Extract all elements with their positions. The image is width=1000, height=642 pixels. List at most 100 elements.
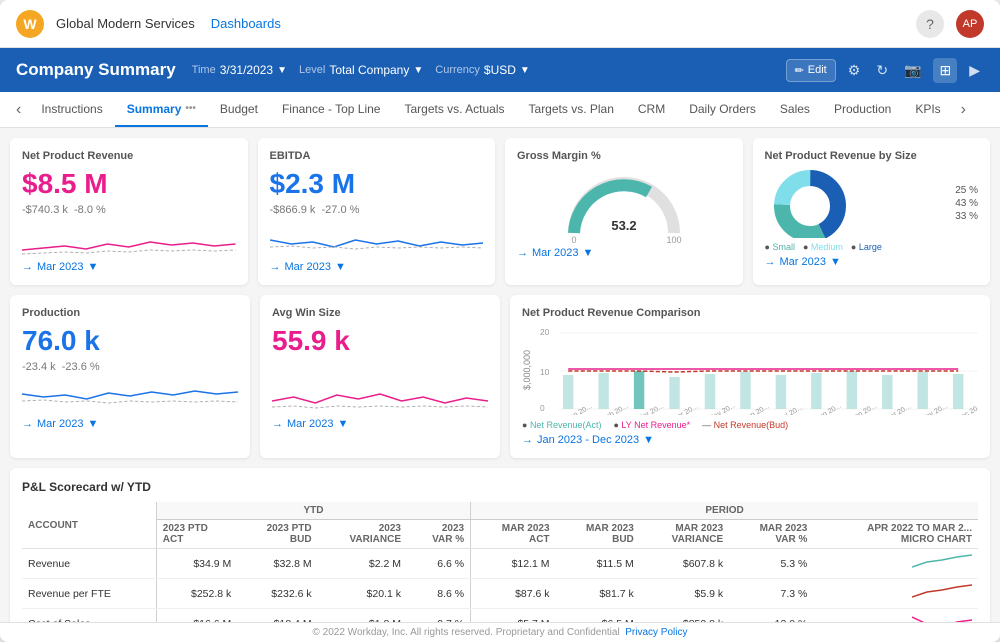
workday-logo: W xyxy=(16,10,44,38)
top-nav: W Global Modern Services Dashboards ? AP xyxy=(0,0,1000,48)
ytd-bud-cell: $18.4 M xyxy=(237,609,317,623)
npr-title: Net Product Revenue xyxy=(22,150,236,162)
prod-footer[interactable]: → Mar 2023 ▼ xyxy=(22,418,238,430)
ebitda-value: $2.3 M xyxy=(270,168,484,200)
tab-prev-button[interactable]: ‹ xyxy=(8,92,29,127)
footer: © 2022 Workday, Inc. All rights reserved… xyxy=(0,622,1000,642)
time-filter[interactable]: Time 3/31/2023 ▼ xyxy=(192,63,287,77)
gm-footer[interactable]: → Mar 2023 ▼ xyxy=(517,247,731,259)
tab-summary[interactable]: Summary ••• xyxy=(115,92,208,127)
svg-text:53.2: 53.2 xyxy=(611,218,636,233)
time-label: Time xyxy=(192,64,216,76)
page-title: Company Summary xyxy=(16,60,176,80)
net-product-revenue-card: Net Product Revenue $8.5 M -$740.3 k -8.… xyxy=(10,138,248,285)
prod-title: Production xyxy=(22,307,238,319)
currency-label: Currency xyxy=(435,64,480,76)
col-ytd-pct: 2023VAR % xyxy=(407,520,471,549)
dashboards-link[interactable]: Dashboards xyxy=(211,16,281,31)
tab-production[interactable]: Production xyxy=(822,92,903,127)
col-mar-bud: MAR 2023BUD xyxy=(556,520,640,549)
col-ytd-group: YTD xyxy=(156,502,470,520)
aws-sparkline xyxy=(272,379,488,414)
tab-crm[interactable]: CRM xyxy=(626,92,677,127)
chart-y-label: $,000,000 xyxy=(522,325,532,415)
nprbs-footer[interactable]: → Mar 2023 ▼ xyxy=(765,256,979,268)
npr-delta: -$740.3 k -8.0 % xyxy=(22,204,236,216)
level-value: Total Company xyxy=(329,63,409,77)
camera-icon[interactable]: 📷 xyxy=(900,58,925,83)
tab-targets-plan[interactable]: Targets vs. Plan xyxy=(517,92,626,127)
prod-value: 76.0 k xyxy=(22,325,238,357)
tab-budget[interactable]: Budget xyxy=(208,92,270,127)
npr-by-size-card: Net Product Revenue by Size 25 % xyxy=(753,138,991,285)
npr-sparkline xyxy=(22,222,236,257)
arrow-right-icon: → xyxy=(765,256,776,268)
gauge-chart: 53.2 0 100 xyxy=(559,168,689,243)
svg-text:0: 0 xyxy=(540,404,545,413)
metrics-row-1: Net Product Revenue $8.5 M -$740.3 k -8.… xyxy=(10,138,990,285)
pl-title: P&L Scorecard w/ YTD xyxy=(22,480,978,494)
arrow-right-icon: → xyxy=(22,418,33,430)
mar-var-cell: -$852.8 k xyxy=(640,609,729,623)
mar-act-cell: $12.1 M xyxy=(471,549,556,579)
level-filter[interactable]: Level Total Company ▼ xyxy=(299,63,423,77)
ytd-pct-cell: 6.6 % xyxy=(407,549,471,579)
ebitda-footer[interactable]: → Mar 2023 ▼ xyxy=(270,261,484,273)
arrow-right-icon: → xyxy=(517,247,528,259)
col-ytd-bud: 2023 PTDBUD xyxy=(237,520,317,549)
user-avatar[interactable]: AP xyxy=(956,10,984,38)
privacy-link[interactable]: Privacy Policy xyxy=(625,627,687,638)
arrow-right-icon: → xyxy=(522,434,533,446)
mar-act-cell: $87.6 k xyxy=(471,579,556,609)
tab-finance-top-line[interactable]: Finance - Top Line xyxy=(270,92,393,127)
ebitda-sparkline xyxy=(270,222,484,257)
pl-scorecard: P&L Scorecard w/ YTD ACCOUNT YTD PERIOD … xyxy=(10,468,990,622)
aws-title: Avg Win Size xyxy=(272,307,488,319)
tab-targets-actuals[interactable]: Targets vs. Actuals xyxy=(392,92,516,127)
video-icon[interactable]: ▶ xyxy=(965,58,984,83)
col-account: ACCOUNT xyxy=(22,502,156,549)
mar-pct-cell: 5.3 % xyxy=(729,549,813,579)
nprc-footer[interactable]: → Jan 2023 - Dec 2023 ▼ xyxy=(522,434,978,446)
table-row: Cost of Sales $16.6 M $18.4 M -$1.8 M -9… xyxy=(22,609,978,623)
tab-daily-orders[interactable]: Daily Orders xyxy=(677,92,768,127)
ytd-bud-cell: $32.8 M xyxy=(237,549,317,579)
tab-kpis[interactable]: KPIs xyxy=(903,92,952,127)
table-row: Revenue $34.9 M $32.8 M $2.2 M 6.6 % $12… xyxy=(22,549,978,579)
arrow-right-icon: → xyxy=(272,418,283,430)
help-icon[interactable]: ? xyxy=(916,10,944,38)
table-row: Revenue per FTE $252.8 k $232.6 k $20.1 … xyxy=(22,579,978,609)
ytd-pct-cell: 8.6 % xyxy=(407,579,471,609)
nav-icons: ? AP xyxy=(916,10,984,38)
ebitda-title: EBITDA xyxy=(270,150,484,162)
svg-text:100: 100 xyxy=(666,235,681,243)
production-card: Production 76.0 k -23.4 k -23.6 % → Mar … xyxy=(10,295,250,458)
filter-icon[interactable]: ⚙ xyxy=(844,58,865,83)
svg-text:0: 0 xyxy=(571,235,576,243)
currency-filter[interactable]: Currency $USD ▼ xyxy=(435,63,530,77)
mar-act-cell: $5.7 M xyxy=(471,609,556,623)
level-label: Level xyxy=(299,64,325,76)
tab-sales[interactable]: Sales xyxy=(768,92,822,127)
ytd-act-cell: $16.6 M xyxy=(156,609,237,623)
aws-footer[interactable]: → Mar 2023 ▼ xyxy=(272,418,488,430)
tab-next-button[interactable]: › xyxy=(953,92,974,127)
col-ytd-act: 2023 PTDACT xyxy=(156,520,237,549)
col-micro: APR 2022 TO MAR 2...MICRO CHART xyxy=(813,520,978,549)
gross-margin-card: Gross Margin % 53.2 0 100 → Mar 2023 xyxy=(505,138,743,285)
refresh-icon[interactable]: ↻ xyxy=(872,58,892,83)
main-content: Net Product Revenue $8.5 M -$740.3 k -8.… xyxy=(0,128,1000,622)
time-value: 3/31/2023 xyxy=(220,63,273,77)
grid-icon[interactable]: ⊞ xyxy=(933,58,957,83)
npr-footer[interactable]: → Mar 2023 ▼ xyxy=(22,261,236,273)
avg-win-size-card: Avg Win Size 55.9 k → Mar 2023 ▼ xyxy=(260,295,500,458)
mar-bud-cell: $11.5 M xyxy=(556,549,640,579)
mar-pct-cell: -13.0 % xyxy=(729,609,813,623)
tab-instructions[interactable]: Instructions xyxy=(29,92,114,127)
edit-button[interactable]: ✏ Edit xyxy=(786,59,836,82)
ytd-var-cell: -$1.8 M xyxy=(318,609,407,623)
arrow-right-icon: → xyxy=(22,261,33,273)
account-cell: Revenue xyxy=(22,549,156,579)
prod-sparkline xyxy=(22,379,238,414)
col-period-group: PERIOD xyxy=(471,502,978,520)
